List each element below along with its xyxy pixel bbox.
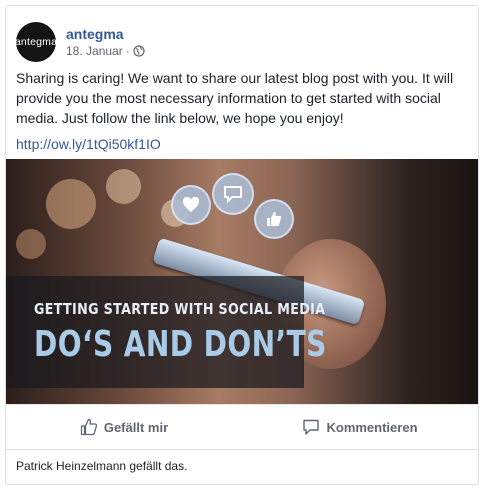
post-meta: 18. Januar ·: [66, 43, 145, 59]
like-label: Gefällt mir: [103, 419, 169, 435]
heart-icon: [182, 197, 200, 212]
comment-icon: [303, 419, 320, 435]
post-header: antegma antegma 18. Januar ·: [14, 18, 145, 66]
post-meta-block: antegma 18. Januar ·: [66, 25, 145, 59]
page-name-link[interactable]: antegma: [66, 25, 145, 43]
chat-icon: [224, 186, 242, 203]
reaction-summary[interactable]: Patrick Heinzelmann gefällt das.: [16, 458, 187, 474]
avatar-label: antegma: [14, 36, 58, 48]
bokeh-light: [106, 169, 141, 204]
post-image[interactable]: GETTING STARTED WITH SOCIAL MEDIA DO‘S A…: [6, 159, 478, 404]
chat-bubble: [212, 173, 254, 215]
post-link[interactable]: http://ow.ly/1tQi50kf1IO: [16, 134, 161, 154]
like-button[interactable]: Gefällt mir: [6, 405, 242, 449]
hair-shadow: [388, 159, 478, 404]
meta-separator: ·: [125, 44, 130, 58]
action-bar: Gefällt mir Kommentieren: [6, 404, 478, 450]
thumbs-up-icon: [80, 418, 97, 436]
heart-bubble: [171, 185, 211, 225]
post-card: antegma antegma 18. Januar · Sharing is …: [5, 5, 479, 485]
bokeh-light: [46, 179, 96, 229]
post-text: Sharing is caring! We want to share our …: [16, 70, 454, 126]
like-bubble: [254, 199, 294, 239]
banner-subtitle: GETTING STARTED WITH SOCIAL MEDIA: [34, 300, 326, 318]
thumbs-up-icon: [267, 212, 282, 226]
avatar[interactable]: antegma: [14, 22, 58, 62]
comment-button[interactable]: Kommentieren: [242, 405, 478, 449]
globe-icon[interactable]: [133, 45, 145, 57]
post-date[interactable]: 18. Januar: [66, 43, 123, 59]
banner-title: DO‘S AND DON’TS: [34, 324, 327, 365]
image-banner: GETTING STARTED WITH SOCIAL MEDIA DO‘S A…: [6, 276, 326, 388]
comment-label: Kommentieren: [326, 419, 418, 435]
bokeh-light: [16, 229, 46, 259]
